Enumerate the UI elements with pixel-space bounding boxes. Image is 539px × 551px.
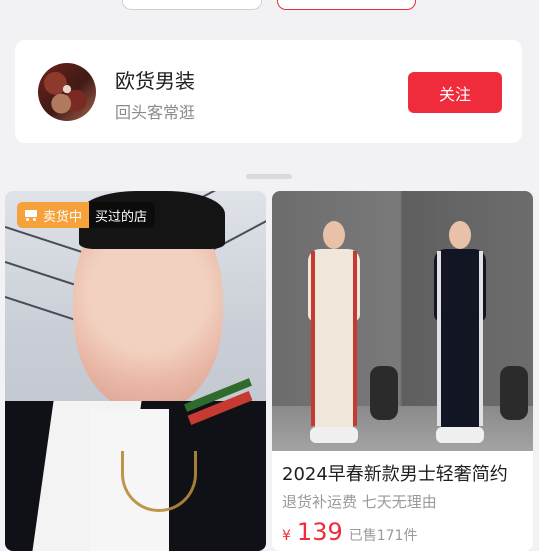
shopping-cart-icon bbox=[23, 208, 39, 222]
top-right-button[interactable] bbox=[277, 0, 416, 10]
store-subtitle: 回头客常逛 bbox=[115, 103, 196, 122]
price-row: ¥ 139 已售171件 bbox=[282, 518, 417, 546]
model-head bbox=[449, 221, 471, 249]
outfit-stripe bbox=[353, 251, 357, 426]
price-symbol: ¥ bbox=[282, 528, 291, 544]
outfit-stripe bbox=[479, 251, 483, 426]
purchased-badge-label: 买过的店 bbox=[95, 209, 148, 225]
selfie-image[interactable] bbox=[5, 191, 266, 551]
store-card[interactable]: 欧货男装 回头客常逛 关注 bbox=[15, 40, 522, 143]
outfit-stripe bbox=[437, 251, 441, 426]
store-name[interactable]: 欧货男装 bbox=[115, 65, 195, 94]
model-shoes bbox=[436, 427, 484, 443]
backpack bbox=[370, 366, 398, 420]
store-status-badge: 卖货中 买过的店 bbox=[17, 202, 156, 228]
product-subtitle: 退货补运费 七天无理由 bbox=[282, 493, 437, 511]
price: 139 bbox=[296, 518, 343, 546]
model-cream-outfit bbox=[298, 221, 370, 451]
backpack bbox=[500, 366, 528, 420]
outfit-stripe bbox=[311, 251, 315, 426]
model-shoes bbox=[310, 427, 358, 443]
model-legs bbox=[314, 319, 354, 429]
follow-button[interactable]: 关注 bbox=[408, 72, 502, 113]
model-navy-outfit bbox=[424, 221, 496, 451]
model-legs bbox=[440, 319, 480, 429]
product-card-left[interactable]: 卖货中 买过的店 bbox=[5, 191, 266, 551]
store-avatar[interactable] bbox=[38, 63, 96, 121]
selling-badge-label: 卖货中 bbox=[43, 209, 83, 225]
top-left-button[interactable] bbox=[122, 0, 262, 10]
product-title[interactable]: 2024早春新款男士轻奢简约 bbox=[282, 460, 527, 486]
product-card-right[interactable]: 2024早春新款男士轻奢简约 退货补运费 七天无理由 ¥ 139 已售171件 bbox=[272, 191, 533, 551]
selling-badge: 卖货中 bbox=[17, 202, 90, 228]
product-image[interactable] bbox=[272, 191, 533, 451]
sold-count: 已售171件 bbox=[348, 528, 418, 544]
model-head bbox=[323, 221, 345, 249]
top-strip bbox=[0, 0, 539, 26]
drag-handle[interactable] bbox=[246, 174, 292, 179]
